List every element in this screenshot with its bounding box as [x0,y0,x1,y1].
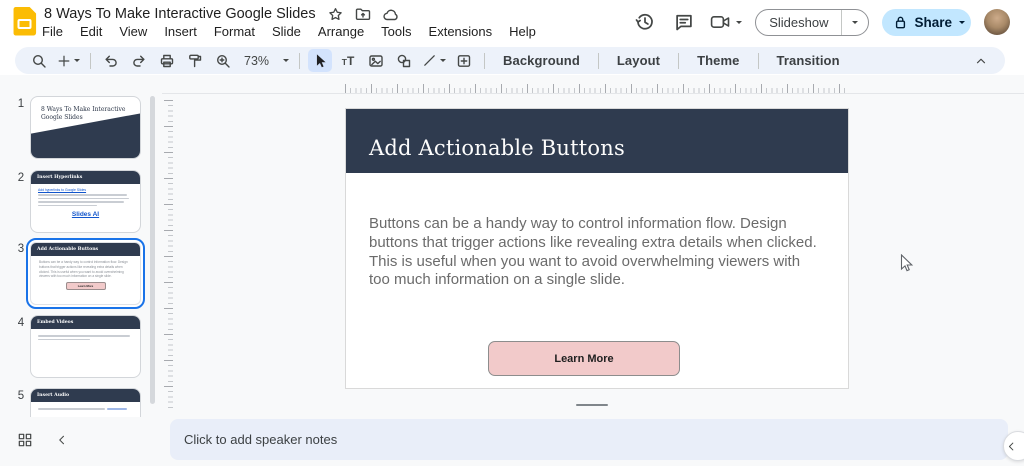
paint-format-icon[interactable] [183,49,207,72]
text-line-placeholder [38,194,127,196]
search-menus-icon[interactable] [27,49,51,72]
slide-thumbnail-4[interactable]: Embed Videos [30,315,141,378]
slide-thumbnail-3-selected[interactable]: Add Actionable Buttons Buttons can be a … [26,238,145,309]
slide-filmstrip: 1 8 Ways To Make Interactive Google Slid… [0,88,162,417]
collapse-toolbar-icon[interactable] [969,49,993,72]
slide-number: 1 [14,98,28,110]
thumb2-link-text: Add hyperlinks to Google Slides [38,188,133,192]
canvas-border [162,93,1024,94]
menu-view[interactable]: View [119,24,147,40]
toolbar: 73% TT Background Layout Theme Transitio… [15,47,1005,74]
meet-camera-button[interactable] [710,14,742,30]
slideshow-label[interactable]: Slideshow [756,10,842,35]
slide-number: 5 [14,390,28,402]
cloud-saved-icon[interactable] [383,8,400,21]
text-line-placeholder [38,339,90,341]
background-button[interactable]: Background [493,49,590,72]
slide-thumbnail-1[interactable]: 8 Ways To Make Interactive Google Slides [30,96,141,159]
filmstrip-scrollbar[interactable] [150,96,155,404]
text-line-placeholder [107,408,128,410]
move-folder-icon[interactable] [355,7,371,21]
undo-icon[interactable] [99,49,123,72]
menu-extensions[interactable]: Extensions [429,24,493,40]
slide-canvas[interactable]: Add Actionable Buttons Buttons can be a … [345,108,849,389]
thumb4-title: Embed Videos [31,320,73,325]
slide-thumbnail-2[interactable]: Insert Hyperlinks Add hyperlinks to Goog… [30,170,141,233]
menu-help[interactable]: Help [509,24,536,40]
text-line-placeholder [38,205,97,207]
thumb2-slides-ai-link: Slides AI [38,211,133,218]
zoom-level-select[interactable]: 73% [239,49,291,72]
share-dropdown-caret[interactable] [959,21,965,27]
google-slides-logo[interactable] [13,7,37,38]
thumb2-title: Insert Hyperlinks [31,175,82,180]
text-box-tool[interactable]: TT [336,49,360,72]
thumb3-learn-more-button: Learn More [66,282,106,290]
menu-slide[interactable]: Slide [272,24,301,40]
menu-arrange[interactable]: Arrange [318,24,364,40]
theme-button[interactable]: Theme [687,49,749,72]
learn-more-label: Learn More [554,353,613,365]
insert-line-tool[interactable] [420,49,448,72]
comments-icon[interactable] [671,9,697,35]
grid-view-icon[interactable] [18,433,32,447]
document-title[interactable]: 8 Ways To Make Interactive Google Slides [44,6,316,22]
top-bar: 8 Ways To Make Interactive Google Slides… [0,0,1024,46]
speaker-notes-placeholder: Click to add speaker notes [184,432,337,447]
slide-body-text[interactable]: Buttons can be a handy way to control in… [369,215,821,290]
share-label[interactable]: Share [914,15,952,30]
select-tool[interactable] [308,49,332,72]
share-button[interactable]: Share [882,9,971,36]
lock-icon [894,15,907,30]
slide-number: 4 [14,317,28,329]
quick-add-button[interactable] [55,49,82,72]
learn-more-button[interactable]: Learn More [488,341,680,376]
menu-insert[interactable]: Insert [164,24,197,40]
insert-comment-tool[interactable] [452,49,476,72]
print-icon[interactable] [155,49,179,72]
slide-title: Add Actionable Buttons [346,136,625,173]
slideshow-button[interactable]: Slideshow [755,9,869,36]
thumb3-body: Buttons can be a handy way to control in… [31,256,140,279]
slide-title-box[interactable]: Add Actionable Buttons [346,109,848,173]
text-line-placeholder [38,198,129,200]
menu-tools[interactable]: Tools [381,24,411,40]
thumb3-title: Add Actionable Buttons [31,247,98,252]
menu-bar: File Edit View Insert Format Slide Arran… [42,24,536,40]
version-history-icon[interactable] [632,9,658,35]
text-line-placeholder [38,201,124,203]
account-avatar[interactable] [984,9,1010,35]
star-icon[interactable] [328,7,343,22]
insert-image-tool[interactable] [364,49,388,72]
transition-button[interactable]: Transition [767,49,850,72]
layout-button[interactable]: Layout [607,49,670,72]
notes-resize-handle[interactable] [576,404,608,406]
redo-icon[interactable] [127,49,151,72]
camera-dropdown-caret[interactable] [736,21,742,27]
vertical-ruler [164,100,173,408]
slide-number: 2 [14,172,28,184]
text-line-placeholder [38,335,130,337]
menu-file[interactable]: File [42,24,63,40]
zoom-level-value: 73% [241,54,272,68]
slide-thumbnail-5[interactable]: Insert Audio [30,388,141,417]
slideshow-dropdown[interactable] [842,10,868,35]
text-line-placeholder [38,408,105,410]
thumb5-title: Insert Audio [31,393,69,398]
horizontal-ruler [345,84,849,93]
speaker-notes-box[interactable]: Click to add speaker notes [170,419,1008,460]
insert-shape-tool[interactable] [392,49,416,72]
menu-edit[interactable]: Edit [80,24,102,40]
menu-format[interactable]: Format [214,24,255,40]
zoom-in-icon[interactable] [211,49,235,72]
mouse-cursor [900,254,914,273]
collapse-filmstrip-icon[interactable] [56,434,68,446]
